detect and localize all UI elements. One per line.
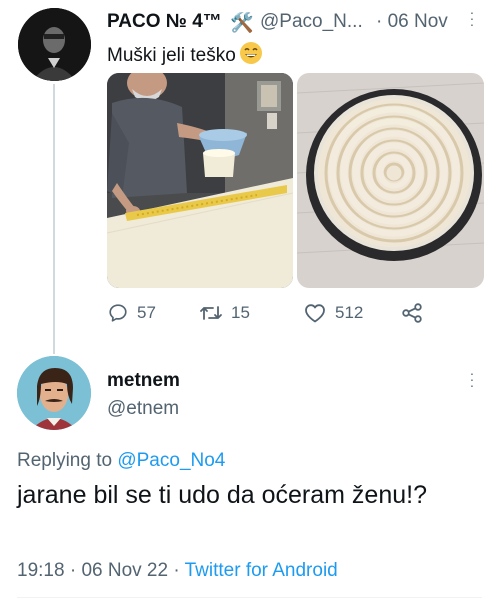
retweet-count: 15 <box>231 303 250 322</box>
share-icon <box>402 303 422 323</box>
tweet-header: PACO № 4™ 🛠️ @Paco_N... · 06 Nov <box>107 11 482 37</box>
dough-spiral-in-pan-photo-icon <box>297 73 484 288</box>
tweet-text: Muški jeli teško <box>107 42 262 67</box>
avatar-cartoon-man-icon <box>17 356 91 430</box>
replying-to-line: Replying to @Paco_No4 <box>17 450 226 471</box>
reply-text: jarane bil se ti udo da oćeram ženu!? <box>17 481 427 509</box>
like-count: 512 <box>335 303 364 322</box>
tweet-actions: 57 15 512 <box>107 300 477 326</box>
client-link[interactable]: Twitter for Android <box>185 560 338 581</box>
avatar[interactable] <box>18 8 91 81</box>
tweet-date[interactable]: · 06 Nov <box>376 11 448 33</box>
reply-count: 57 <box>137 303 156 322</box>
thread-connector-line <box>53 84 55 354</box>
replying-to-mention[interactable]: @Paco_No4 <box>117 450 225 471</box>
retweet-icon <box>200 306 222 320</box>
retweet-button[interactable]: 15 <box>199 300 250 326</box>
reply-meta: 19:18 · 06 Nov 22 · Twitter for Android <box>17 560 338 581</box>
tweet-photo-1[interactable] <box>107 73 293 288</box>
reply-date[interactable]: 06 Nov 22 <box>81 560 168 581</box>
more-options-icon[interactable]: · · · <box>466 5 478 31</box>
man-sprinkling-cheese-photo-icon <box>107 73 293 288</box>
like-button[interactable]: 512 <box>303 300 363 326</box>
avatar[interactable] <box>17 356 91 430</box>
grinning-face-emoji-icon <box>239 42 262 64</box>
heart-icon <box>305 304 325 323</box>
avatar-photo-icon <box>18 8 91 81</box>
reply-author-name[interactable]: metnem <box>107 370 180 392</box>
divider <box>17 597 482 598</box>
author-handle[interactable]: @Paco_N... <box>260 11 363 33</box>
tweet-photo-2[interactable] <box>297 73 484 288</box>
more-options-icon[interactable]: · · · <box>466 366 478 392</box>
author-name[interactable]: PACO № 4™ <box>107 11 222 33</box>
share-button[interactable] <box>400 300 424 326</box>
reply-button[interactable]: 57 <box>107 300 156 326</box>
reply-time[interactable]: 19:18 <box>17 560 65 581</box>
reply-author-handle[interactable]: @etnem <box>107 398 179 420</box>
tools-emoji-icon: 🛠️ <box>230 13 254 34</box>
reply-icon <box>109 304 127 322</box>
